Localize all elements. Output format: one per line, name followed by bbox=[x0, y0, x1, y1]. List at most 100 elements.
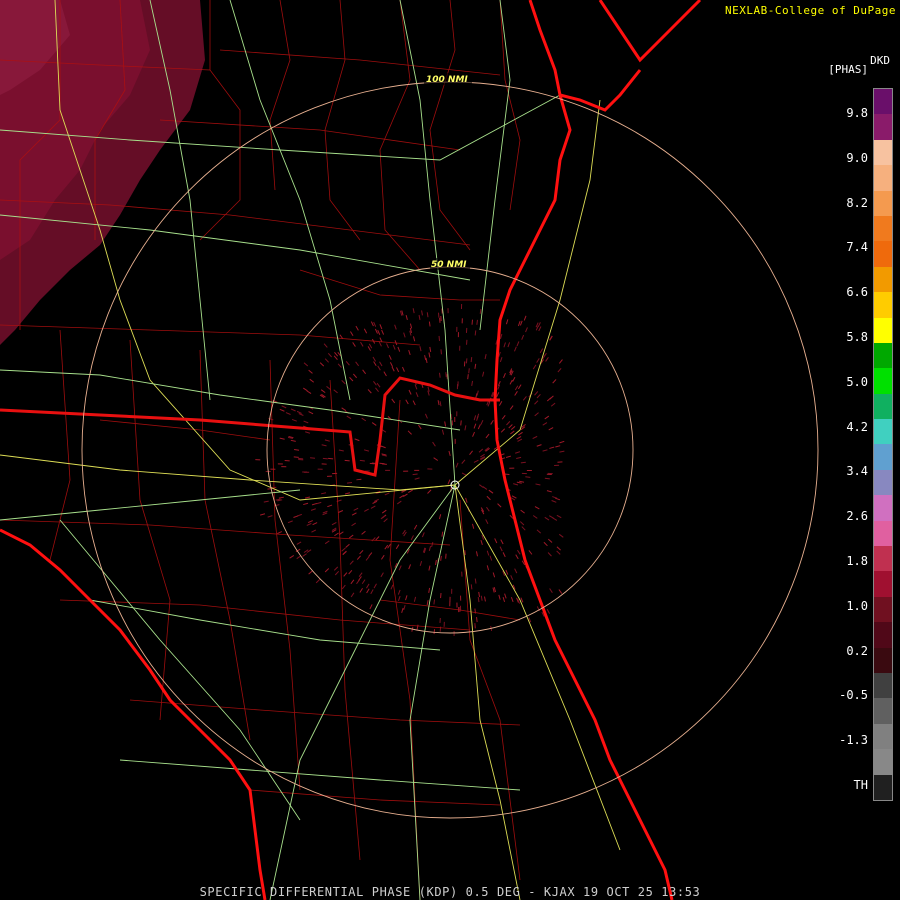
legend-swatch bbox=[874, 622, 892, 648]
radar-return-speck bbox=[303, 362, 309, 367]
legend-swatch bbox=[874, 114, 892, 140]
radar-return-speck bbox=[419, 346, 422, 352]
radar-return-speck bbox=[320, 389, 326, 394]
radar-return-speck bbox=[370, 505, 376, 509]
radar-return-speck bbox=[414, 477, 420, 480]
radar-return-speck bbox=[305, 431, 311, 434]
radar-return-speck bbox=[520, 597, 524, 603]
legend-label: 5.8 bbox=[846, 330, 868, 344]
radar-return-speck bbox=[543, 541, 548, 547]
radar-return-speck bbox=[421, 310, 423, 316]
radar-return-speck bbox=[515, 451, 521, 454]
radar-return-speck bbox=[475, 393, 478, 399]
legend-swatch bbox=[874, 368, 892, 394]
radar-return-speck bbox=[396, 367, 400, 373]
radar-return-speck bbox=[370, 321, 374, 327]
radar-return-speck bbox=[510, 425, 516, 431]
radar-return-speck bbox=[461, 472, 467, 476]
legend-label: 5.0 bbox=[846, 374, 868, 389]
legend-swatch bbox=[874, 698, 892, 724]
units-label: [PHAS] bbox=[828, 63, 868, 76]
radar-return-speck bbox=[525, 327, 528, 333]
radar-return-speck bbox=[517, 384, 522, 390]
radar-return-speck bbox=[543, 352, 547, 358]
radar-return-speck bbox=[464, 425, 467, 431]
radar-return-speck bbox=[260, 513, 266, 516]
radar-return-speck bbox=[315, 578, 321, 584]
radar-return-speck bbox=[485, 519, 489, 525]
radar-return-speck bbox=[362, 369, 367, 375]
radar-return-speck bbox=[377, 365, 381, 371]
radar-return-speck bbox=[392, 344, 396, 350]
radar-return-speck bbox=[345, 361, 350, 366]
radar-return-speck bbox=[306, 522, 312, 526]
radar-return-speck bbox=[471, 380, 474, 386]
radar-return-speck bbox=[499, 546, 503, 552]
radar-return-speck bbox=[359, 459, 365, 462]
radar-return-speck bbox=[435, 559, 437, 566]
radar-return-speck bbox=[548, 427, 554, 431]
radar-return-speck bbox=[542, 449, 548, 452]
legend-swatch bbox=[874, 215, 892, 242]
radar-return-speck bbox=[348, 569, 353, 575]
radar-return-speck bbox=[379, 361, 383, 367]
radar-return-speck bbox=[324, 540, 330, 545]
radar-return-speck bbox=[366, 583, 370, 589]
radar-return-speck bbox=[324, 568, 330, 573]
radar-return-speck bbox=[503, 373, 506, 379]
radar-return-speck bbox=[296, 410, 302, 414]
radar-return-speck bbox=[484, 354, 487, 360]
radar-return-speck bbox=[350, 579, 355, 585]
radar-return-speck bbox=[352, 373, 358, 379]
legend-label: 6.6 bbox=[846, 285, 868, 300]
footer-caption: SPECIFIC DIFFERENTIAL PHASE (KDP) 0.5 DE… bbox=[199, 885, 701, 899]
radar-return-speck bbox=[549, 446, 555, 449]
radar-return-speck bbox=[417, 424, 422, 430]
radar-return-speck bbox=[472, 431, 475, 437]
radar-return-speck bbox=[418, 314, 421, 320]
radar-return-speck bbox=[509, 379, 513, 385]
legend-swatch bbox=[874, 774, 892, 800]
radar-return-speck bbox=[291, 418, 297, 422]
range-ring-100 bbox=[81, 81, 819, 819]
radar-return-speck bbox=[500, 333, 503, 339]
radar-return-speck bbox=[556, 550, 561, 555]
radar-return-speck bbox=[516, 481, 522, 484]
radar-return-speck bbox=[498, 401, 503, 406]
radar-return-speck bbox=[402, 366, 405, 372]
radar-return-speck bbox=[368, 343, 373, 349]
radar-return-speck bbox=[375, 536, 380, 541]
radar-return-speck bbox=[476, 617, 478, 623]
radar-return-speck bbox=[322, 457, 328, 460]
radar-return-speck bbox=[359, 549, 364, 555]
radar-return-speck bbox=[308, 369, 313, 374]
legend-label: 1.0 bbox=[846, 598, 868, 613]
radar-return-speck bbox=[544, 516, 550, 521]
radar-return-speck bbox=[327, 352, 333, 358]
range-rings bbox=[81, 81, 819, 819]
radar-return-speck bbox=[416, 624, 419, 630]
header-credit: NEXLAB-College of DuPage bbox=[725, 4, 896, 17]
radar-return-speck bbox=[323, 343, 328, 348]
radar-return-speck bbox=[384, 492, 390, 496]
radar-return-speck bbox=[557, 367, 562, 373]
radar-return-speck bbox=[508, 424, 513, 429]
radar-return-speck bbox=[375, 387, 379, 393]
radar-return-speck bbox=[473, 459, 479, 463]
radar-return-speck bbox=[378, 341, 382, 347]
radar-return-speck bbox=[397, 589, 401, 595]
radar-return-speck bbox=[281, 405, 287, 409]
radar-return-speck bbox=[559, 440, 565, 444]
radar-return-speck bbox=[555, 445, 561, 448]
legend-swatch bbox=[874, 266, 892, 293]
radar-return-speck bbox=[542, 422, 548, 426]
radar-return-speck bbox=[439, 372, 441, 378]
radar-return-speck bbox=[520, 461, 526, 464]
radar-return-speck bbox=[535, 483, 541, 486]
radar-return-speck bbox=[475, 551, 478, 557]
legend-swatch bbox=[874, 723, 892, 750]
radar-return-speck bbox=[519, 521, 525, 526]
radar-return-speck bbox=[511, 495, 517, 499]
radar-return-speck bbox=[408, 489, 413, 494]
radar-return-speck bbox=[517, 438, 523, 442]
